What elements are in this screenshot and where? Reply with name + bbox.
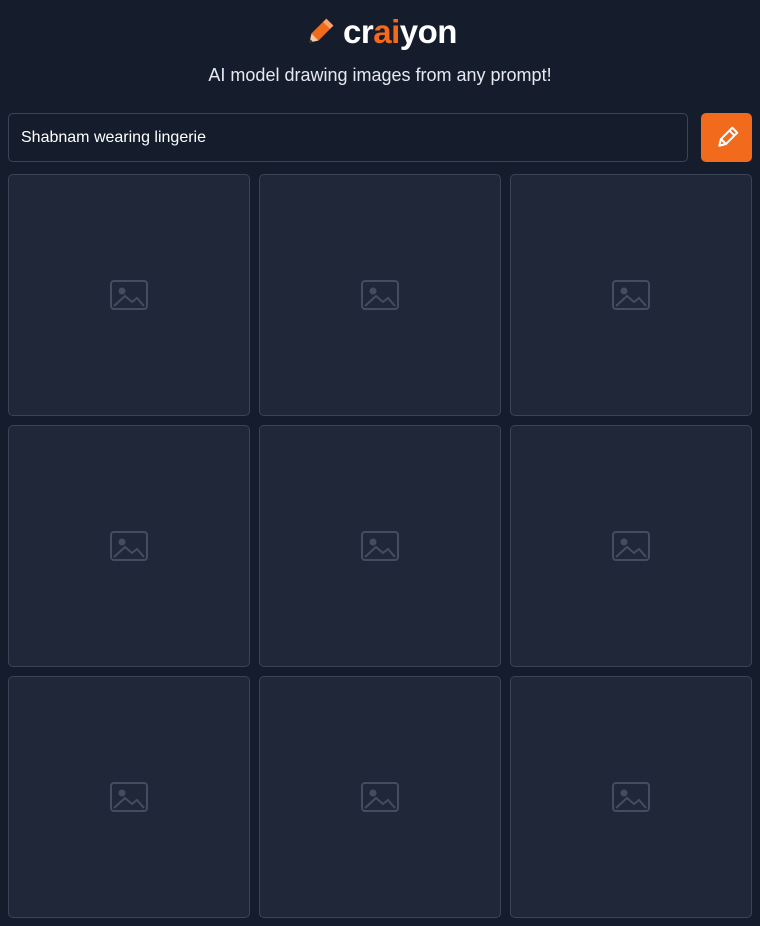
results-grid	[8, 174, 752, 918]
logo-wordmark: craiyon	[343, 13, 457, 50]
image-placeholder-icon	[110, 531, 148, 561]
prompt-input[interactable]	[8, 113, 688, 162]
result-image[interactable]	[259, 676, 501, 918]
result-image[interactable]	[8, 174, 250, 416]
image-placeholder-icon	[612, 782, 650, 812]
result-image[interactable]	[510, 425, 752, 667]
image-placeholder-icon	[612, 280, 650, 310]
craiyon-logo[interactable]: craiyon	[303, 13, 457, 51]
result-image[interactable]	[259, 425, 501, 667]
result-image[interactable]	[259, 174, 501, 416]
result-image[interactable]	[8, 676, 250, 918]
prompt-row	[8, 113, 752, 162]
image-placeholder-icon	[361, 280, 399, 310]
pencil-icon	[309, 18, 334, 43]
image-placeholder-icon	[361, 531, 399, 561]
header: craiyon	[0, 0, 760, 60]
result-image[interactable]	[510, 676, 752, 918]
image-placeholder-icon	[612, 531, 650, 561]
tagline: AI model drawing images from any prompt!	[208, 65, 552, 85]
draw-button[interactable]	[701, 113, 752, 162]
image-placeholder-icon	[110, 280, 148, 310]
pencil-icon	[717, 126, 738, 147]
result-image[interactable]	[510, 174, 752, 416]
image-placeholder-icon	[110, 782, 148, 812]
result-image[interactable]	[8, 425, 250, 667]
image-placeholder-icon	[361, 782, 399, 812]
